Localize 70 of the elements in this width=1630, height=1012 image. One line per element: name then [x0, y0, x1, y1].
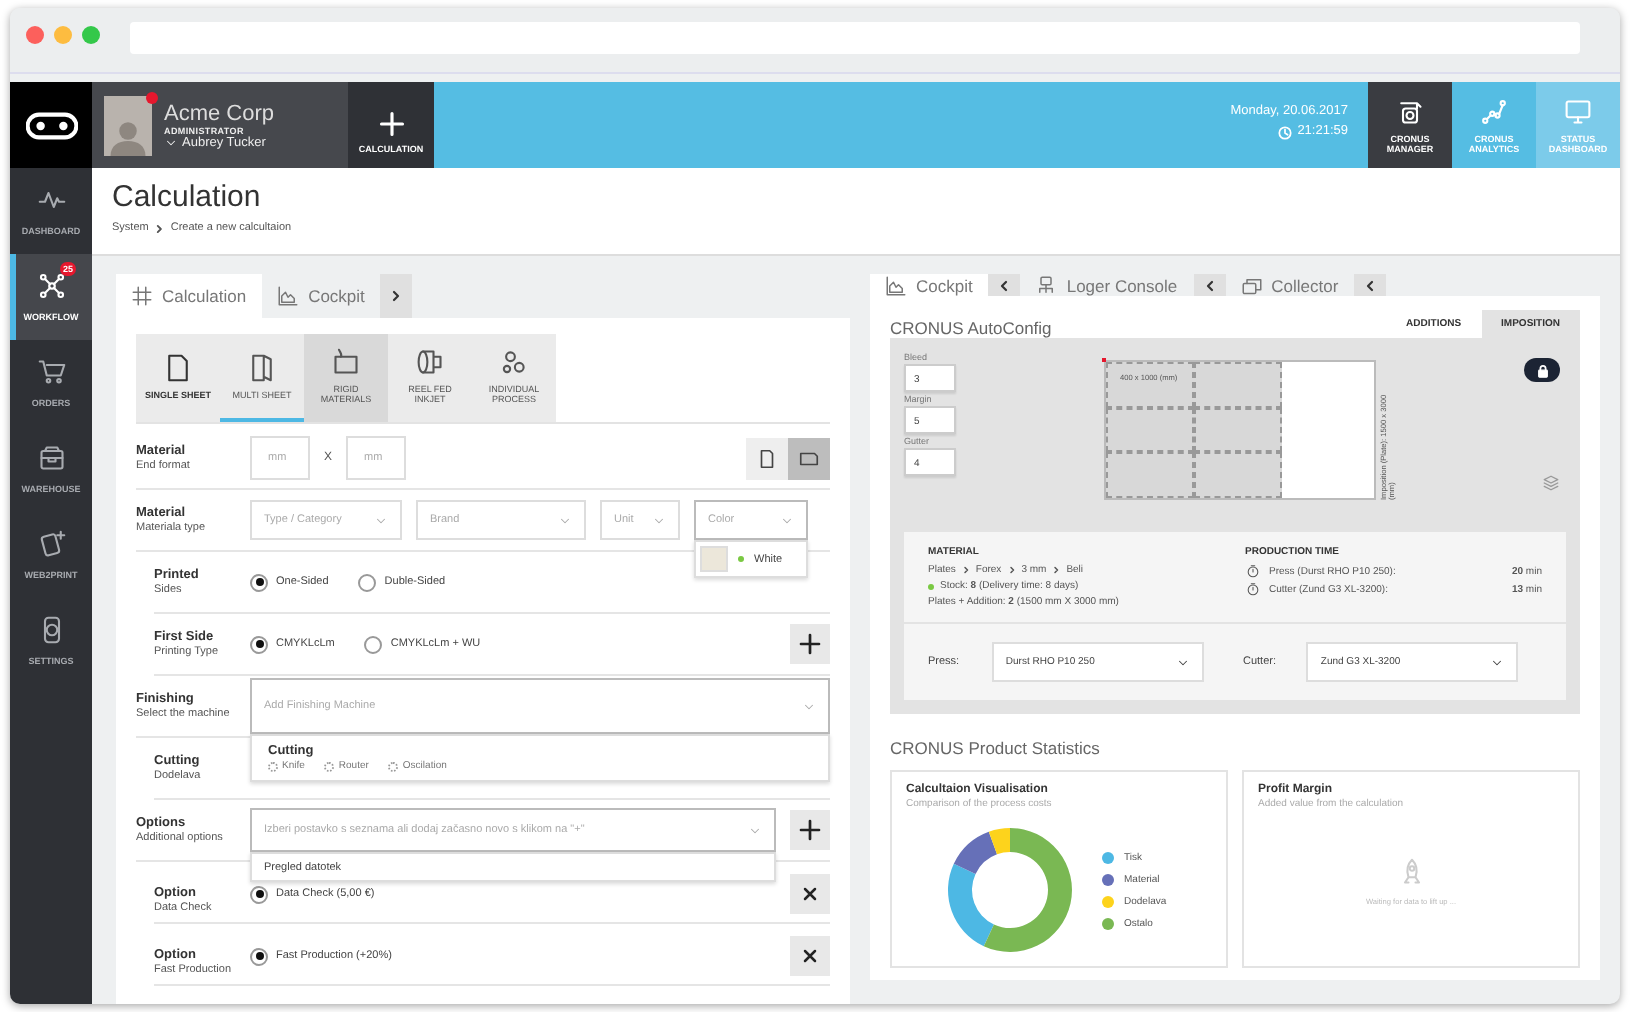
stopwatch-icon — [1245, 582, 1259, 596]
terminal-tree-icon — [1036, 275, 1057, 295]
network-icon — [37, 272, 65, 300]
chevron-down-icon — [164, 135, 178, 149]
window-close-button[interactable] — [26, 26, 44, 44]
collapse-button[interactable] — [1354, 274, 1387, 296]
area-chart-icon — [886, 275, 906, 295]
cart-icon — [37, 358, 65, 386]
collapse-button[interactable] — [1193, 274, 1226, 296]
sheet-icon — [164, 353, 192, 381]
chevron-left-icon — [996, 277, 1013, 293]
line-graph-icon — [1480, 97, 1508, 125]
tab[interactable]: Loger Console — [1020, 274, 1194, 296]
chevron-down-icon — [652, 513, 666, 527]
tab[interactable]: Cockpit — [870, 274, 989, 296]
close-icon — [800, 946, 820, 966]
orientation-button[interactable] — [788, 437, 830, 479]
folded-sheets-icon — [248, 353, 276, 381]
add-button[interactable] — [790, 624, 830, 664]
rigid-board-icon — [332, 348, 360, 376]
donut-drawing — [946, 826, 1074, 954]
remove-button[interactable] — [790, 936, 830, 976]
remove-button[interactable] — [790, 874, 830, 914]
portrait-page-icon — [756, 447, 778, 469]
stacked-windows-icon — [1241, 275, 1262, 295]
add-button[interactable] — [790, 810, 830, 850]
breadcrumb-chevron-icon — [154, 223, 165, 233]
stopwatch-icon — [1245, 564, 1259, 578]
chevron-down-icon — [780, 513, 794, 527]
chevron-down-icon — [748, 823, 762, 837]
color-swatch — [700, 546, 728, 572]
chevron-down-icon — [558, 513, 572, 527]
tab[interactable]: Collector — [1225, 274, 1355, 296]
plus-icon — [798, 632, 822, 656]
orientation-button[interactable] — [746, 437, 788, 479]
chevron-down-icon — [802, 699, 816, 713]
lock-button[interactable] — [1524, 358, 1560, 382]
section-title: CRONUS Product Statistics — [890, 738, 1102, 758]
chevron-right-icon — [388, 288, 405, 304]
collapse-button[interactable] — [988, 274, 1021, 296]
chevron-left-icon — [1201, 277, 1218, 293]
imposition-tile — [1194, 452, 1282, 498]
grid-icon — [132, 286, 152, 306]
clock-icon — [1277, 125, 1292, 139]
imposition-tile — [1106, 362, 1194, 408]
box-icon — [37, 444, 65, 472]
plus-icon — [798, 818, 822, 842]
layers-icon — [1542, 474, 1560, 492]
lock-icon — [1535, 363, 1549, 377]
section-title: CRONUS AutoConfig — [890, 318, 1052, 338]
chevron-left-icon — [1362, 277, 1379, 293]
chevron-down-icon — [1490, 655, 1504, 669]
imposition-tile — [1106, 407, 1194, 453]
chevron-down-icon — [1175, 655, 1189, 669]
imposition-tile — [1106, 452, 1194, 498]
tablet-plus-icon — [37, 530, 65, 558]
area-chart-icon — [278, 286, 299, 306]
company-name: Acme Corp — [164, 101, 275, 125]
pulse-icon — [37, 186, 65, 214]
tab[interactable]: Cockpit — [262, 274, 381, 318]
plus-icon — [377, 109, 405, 137]
imposition-tile — [1194, 407, 1282, 453]
monitor-icon — [1564, 97, 1592, 125]
roll-icon — [416, 348, 444, 376]
landscape-page-icon — [798, 447, 820, 469]
page-title: Calculation — [112, 180, 263, 214]
tab[interactable]: Calculation — [116, 274, 263, 318]
close-icon — [800, 884, 820, 904]
chevron-down-icon — [374, 513, 388, 527]
imposition-tile — [1194, 362, 1282, 408]
